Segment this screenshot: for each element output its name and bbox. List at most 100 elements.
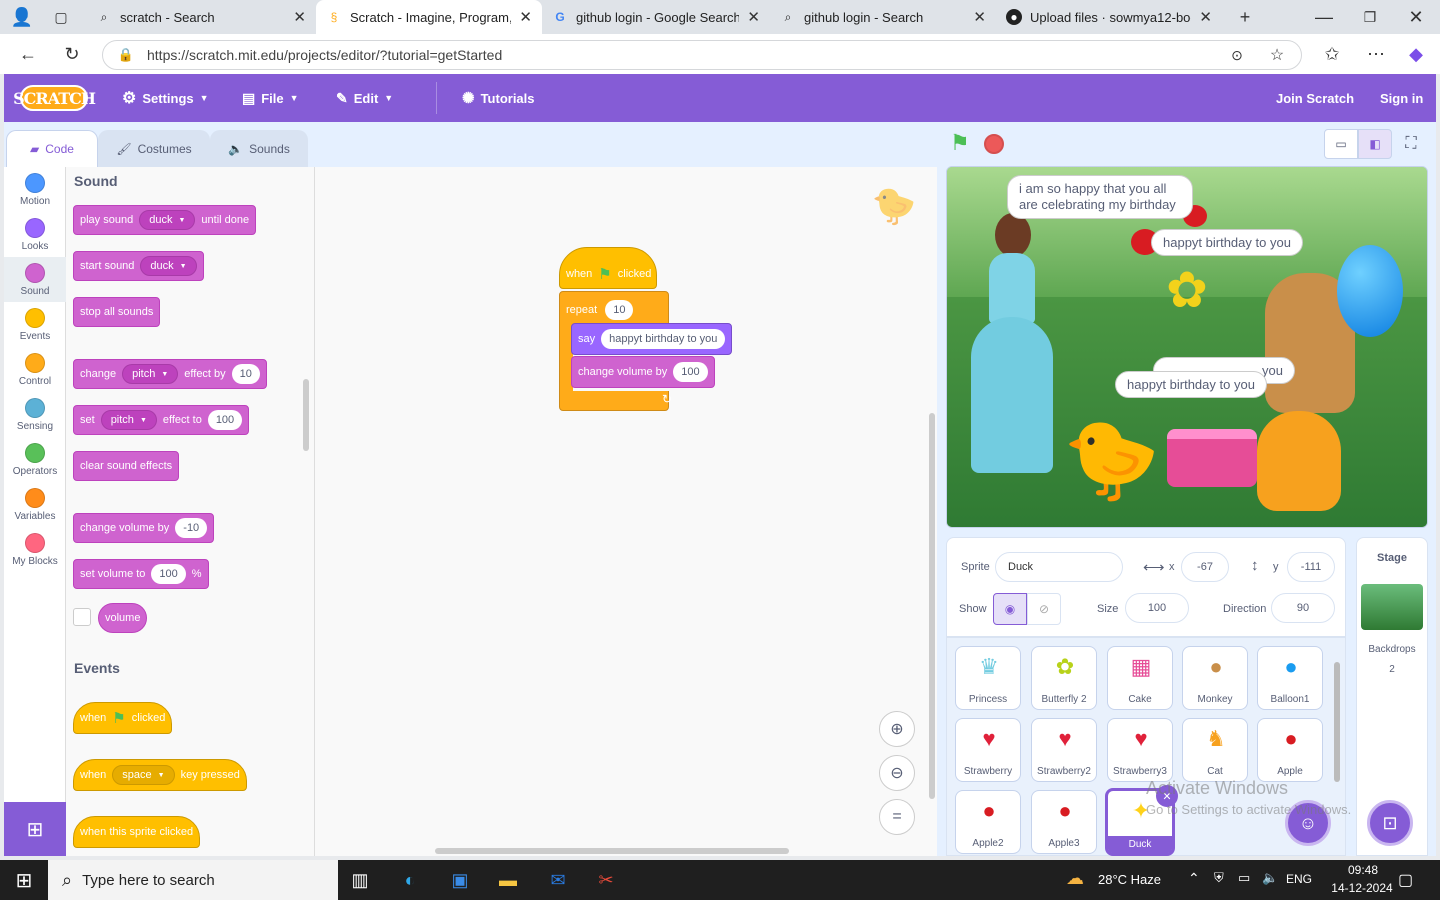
new-tab-icon[interactable]: + — [1234, 6, 1256, 28]
script-say-block[interactable]: say happyt birthday to you — [571, 323, 733, 355]
file-menu[interactable]: ▤ File ▼ — [242, 74, 299, 122]
zoom-out-button[interactable]: ⊖ — [879, 755, 915, 791]
tab-actions-icon[interactable]: ▢ — [50, 6, 72, 28]
sprite-thumb-princess[interactable]: ♛ Princess — [955, 646, 1021, 710]
refresh-icon[interactable]: ↻ — [60, 42, 84, 66]
notifications-icon[interactable]: ▢ — [1398, 870, 1413, 890]
when-key-pressed-block[interactable]: when space ▼ key pressed — [73, 759, 247, 791]
browser-tab-5[interactable]: ● Upload files · sowmya12-boop2 ✕ — [996, 0, 1222, 34]
large-stage-button[interactable]: ◧ — [1358, 129, 1392, 159]
category-events[interactable]: Events — [4, 302, 66, 347]
script-workspace[interactable]: 🐤 when ⚑ clicked repeat 10 ↻ say happyt … — [315, 167, 937, 856]
favorites-icon[interactable]: ✩ — [1320, 42, 1344, 66]
script-change-volume-block[interactable]: change volume by 100 — [571, 356, 715, 388]
butterfly-sprite[interactable]: ✿ — [1127, 261, 1247, 331]
workspace-v-scrollbar[interactable] — [929, 413, 935, 799]
clock-time[interactable]: 09:48 — [1338, 863, 1388, 877]
category-sensing[interactable]: Sensing — [4, 392, 66, 437]
sound-dropdown[interactable]: duck ▼ — [139, 210, 196, 230]
workspace-h-scrollbar[interactable] — [435, 848, 789, 854]
security-icon[interactable]: ⛨ — [1214, 870, 1224, 886]
volume-icon[interactable]: 🔈 — [1262, 870, 1278, 886]
princess-sprite[interactable] — [967, 213, 1057, 475]
stop-icon[interactable] — [984, 134, 1004, 154]
start-sound-block[interactable]: start sound duck ▼ — [73, 251, 204, 281]
tutorials-menu[interactable]: ✺ Tutorials — [462, 74, 535, 122]
close-tab-icon[interactable]: ✕ — [519, 8, 532, 26]
taskbar-search[interactable]: ⌕ Type here to search — [48, 860, 338, 900]
show-hidden-button[interactable]: ⊘ — [1027, 593, 1061, 625]
join-scratch-link[interactable]: Join Scratch — [1276, 74, 1354, 122]
sound-dropdown[interactable]: duck ▼ — [140, 256, 197, 276]
volume-value-input[interactable]: 100 — [673, 362, 708, 382]
tab-costumes[interactable]: 🖌 Costumes — [98, 130, 210, 167]
close-tab-icon[interactable]: ✕ — [973, 8, 986, 26]
volume-set-input[interactable]: 100 — [151, 564, 186, 584]
copilot-icon[interactable]: ◆ — [1404, 42, 1428, 66]
play-sound-block[interactable]: play sound duck ▼ until done — [73, 205, 257, 235]
sprite-thumb-apple3[interactable]: ● Apple3 — [1031, 790, 1097, 854]
file-explorer-icon[interactable]: ▬ — [488, 864, 528, 896]
site-info-icon[interactable]: 🔒 — [117, 46, 135, 64]
sprite-list-scrollbar[interactable] — [1334, 662, 1340, 782]
palette-scrollbar[interactable] — [303, 379, 309, 451]
browser-tab-4[interactable]: ⌕ github login - Search ✕ — [770, 0, 996, 34]
effect-dropdown[interactable]: pitch ▼ — [122, 364, 179, 384]
balloon-sprite[interactable] — [1337, 245, 1403, 337]
edge-icon[interactable]: ◐ — [390, 864, 430, 896]
store-icon[interactable]: ▣ — [440, 864, 480, 896]
change-volume-block[interactable]: change volume by -10 — [73, 513, 215, 543]
change-effect-block[interactable]: change pitch ▼ effect by 10 — [73, 359, 267, 389]
settings-menu[interactable]: ⚙ Settings ▼ — [122, 74, 209, 122]
duck-sprite[interactable]: 🐤 — [1063, 403, 1163, 515]
sign-in-link[interactable]: Sign in — [1380, 74, 1423, 122]
sprite-name-field[interactable]: Duck — [995, 552, 1123, 582]
effect-value-input[interactable]: 10 — [231, 364, 260, 384]
close-tab-icon[interactable]: ✕ — [293, 8, 306, 26]
category-variables[interactable]: Variables — [4, 482, 66, 527]
close-tab-icon[interactable]: ✕ — [747, 8, 760, 26]
browser-tab-2[interactable]: § Scratch - Imagine, Program, Sha ✕ — [316, 0, 542, 34]
favorite-star-icon[interactable]: ☆ — [1267, 45, 1287, 65]
url-field[interactable]: 🔒 https://scratch.mit.edu/projects/edito… — [102, 40, 1302, 70]
cake-sprite[interactable] — [1167, 429, 1257, 487]
when-sprite-clicked-block[interactable]: when this sprite clicked — [73, 816, 201, 848]
tray-chevron-icon[interactable]: ⌃ — [1188, 870, 1200, 887]
cat-sprite[interactable] — [1257, 411, 1341, 511]
green-flag-icon[interactable]: ⚑ — [950, 131, 974, 155]
set-effect-block[interactable]: set pitch ▼ effect to 100 — [73, 405, 250, 435]
edit-menu[interactable]: ✎ Edit ▼ — [336, 74, 393, 122]
minimize-icon[interactable]: — — [1312, 6, 1336, 28]
show-visible-button[interactable]: ◉ — [993, 593, 1027, 625]
x-position-field[interactable]: -67 — [1181, 552, 1229, 582]
sprite-thumb-strawberry2[interactable]: ♥ Strawberry2 — [1031, 718, 1097, 782]
direction-field[interactable]: 90 — [1271, 593, 1335, 623]
close-tab-icon[interactable]: ✕ — [1199, 8, 1212, 26]
more-icon[interactable]: ⋯ — [1364, 42, 1388, 66]
volume-checkbox[interactable] — [73, 608, 91, 626]
reader-icon[interactable]: ⊙ — [1227, 45, 1247, 65]
task-view-icon[interactable]: ▥ — [340, 864, 380, 896]
windows-start-icon[interactable]: ⊞ — [4, 864, 44, 896]
back-icon[interactable]: ← — [16, 42, 40, 66]
zoom-in-button[interactable]: ⊕ — [879, 711, 915, 747]
script-when-flag-block[interactable]: when ⚑ clicked — [559, 247, 657, 289]
zoom-reset-button[interactable]: = — [879, 799, 915, 835]
volume-reporter-block[interactable]: volume — [98, 603, 148, 633]
fullscreen-icon[interactable]: ⛶ — [1396, 129, 1426, 159]
profile-icon[interactable]: 👤 — [10, 6, 34, 28]
effect-dropdown[interactable]: pitch ▼ — [100, 410, 157, 430]
backdrop-thumbnail[interactable] — [1361, 584, 1423, 630]
category-operators[interactable]: Operators — [4, 437, 66, 482]
key-dropdown[interactable]: space ▼ — [112, 765, 175, 785]
say-text-input[interactable]: happyt birthday to you — [601, 329, 726, 349]
close-window-icon[interactable]: ✕ — [1404, 6, 1428, 28]
choose-backdrop-button[interactable]: ⊡ — [1367, 800, 1413, 846]
scratch-logo[interactable]: SCRATCH — [13, 85, 96, 111]
size-field[interactable]: 100 — [1125, 593, 1189, 623]
category-sound[interactable]: Sound — [4, 257, 66, 302]
stage-panel[interactable]: Stage Backdrops 2 ⊡ — [1356, 537, 1428, 856]
sprite-thumb-monkey[interactable]: ● Monkey — [1182, 646, 1248, 710]
language-indicator[interactable]: ENG — [1286, 872, 1312, 886]
set-volume-block[interactable]: set volume to 100 % — [73, 559, 209, 589]
